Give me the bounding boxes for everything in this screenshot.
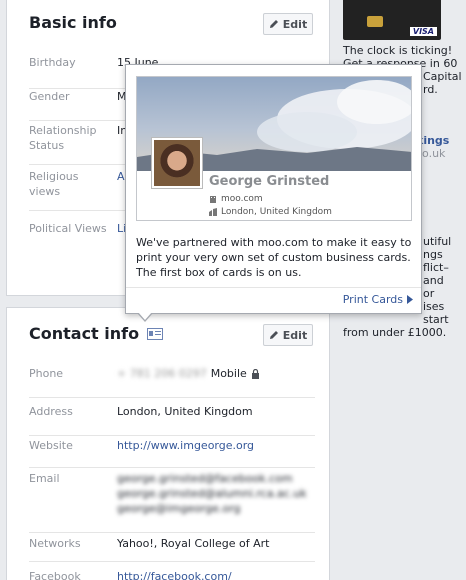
popover-footer: Print Cards	[126, 287, 421, 313]
contact-info-edit-button[interactable]: Edit	[263, 324, 313, 346]
card-name: George Grinsted	[209, 174, 330, 189]
ad-image-credit-card[interactable]: VISA	[343, 0, 441, 40]
phone-number: + 781 206 0297	[117, 367, 207, 380]
row-label: Phone	[29, 367, 64, 380]
visa-logo: VISA	[409, 27, 437, 36]
email-value[interactable]: george.grinsted@facebook.com	[117, 471, 293, 486]
contact-card-icon	[147, 327, 164, 340]
phone-type: Mobile	[210, 367, 247, 380]
contact-info-panel: Contact info Edit Phone + 781 206 0297 M…	[6, 307, 330, 580]
building-icon	[210, 196, 216, 203]
basic-info-edit-button[interactable]: Edit	[263, 13, 313, 35]
address-value: London, United Kingdom	[117, 405, 253, 418]
row-label: Relationship Status	[29, 124, 97, 152]
contact-row-address: Address London, United Kingdom	[29, 404, 315, 436]
popover-pointer	[137, 312, 153, 322]
ad-line: from under £1000.	[343, 326, 447, 339]
facebook-link[interactable]: http://facebook.com/	[117, 569, 232, 580]
popover-message: We've partnered with moo.com to make it …	[136, 236, 412, 279]
card-site: moo.com	[221, 194, 263, 204]
website-link[interactable]: http://www.imgeorge.org	[117, 438, 254, 453]
print-cards-link[interactable]: Print Cards	[343, 293, 413, 306]
contact-row-email: Email george.grinsted@facebook.com georg…	[29, 471, 315, 533]
row-label: Gender	[29, 90, 70, 103]
location-icon	[209, 208, 217, 216]
pencil-icon	[269, 20, 278, 28]
contact-row-facebook: Facebook http://facebook.com/	[29, 569, 315, 580]
chevron-right-icon	[407, 295, 413, 304]
card-location-line: London, United Kingdom	[209, 207, 332, 217]
row-label: Email	[29, 472, 60, 485]
row-label: Facebook	[29, 570, 81, 580]
edit-label: Edit	[282, 17, 308, 31]
row-label: Networks	[29, 537, 81, 550]
ad-line: The clock is ticking!	[343, 44, 453, 57]
pencil-icon	[269, 331, 278, 339]
phone-value: + 781 206 0297 Mobile	[117, 366, 260, 381]
contact-info-title: Contact info	[29, 324, 140, 343]
card-location: London, United Kingdom	[221, 207, 332, 217]
contact-row-phone: Phone + 781 206 0297 Mobile	[29, 366, 315, 398]
row-value-link[interactable]: A	[117, 169, 125, 184]
edit-label: Edit	[282, 328, 308, 342]
row-label: Birthday	[29, 56, 76, 69]
profile-photo	[151, 137, 203, 189]
card-chip	[367, 16, 383, 27]
basic-info-title: Basic info	[29, 13, 117, 32]
contact-info-header: Contact info	[29, 324, 164, 343]
networks-value: Yahoo!, Royal College of Art	[117, 537, 270, 550]
business-card-preview: George Grinsted moo.com London, United K…	[136, 76, 412, 221]
email-value[interactable]: george.grinsted@alumni.rca.ac.uk	[117, 486, 307, 501]
row-label: Address	[29, 405, 73, 418]
lock-icon[interactable]	[251, 368, 260, 379]
print-cards-label: Print Cards	[342, 293, 403, 306]
business-card-popover: George Grinsted moo.com London, United K…	[125, 64, 422, 322]
row-label: Religious views	[29, 170, 79, 198]
row-label: Website	[29, 439, 73, 452]
email-value[interactable]: george@imgeorge.org	[117, 501, 240, 516]
contact-row-networks: Networks Yahoo!, Royal College of Art	[29, 536, 315, 562]
contact-row-website: Website http://www.imgeorge.org	[29, 438, 315, 468]
card-site-line: moo.com	[209, 194, 263, 204]
row-label: Political Views	[29, 222, 107, 235]
